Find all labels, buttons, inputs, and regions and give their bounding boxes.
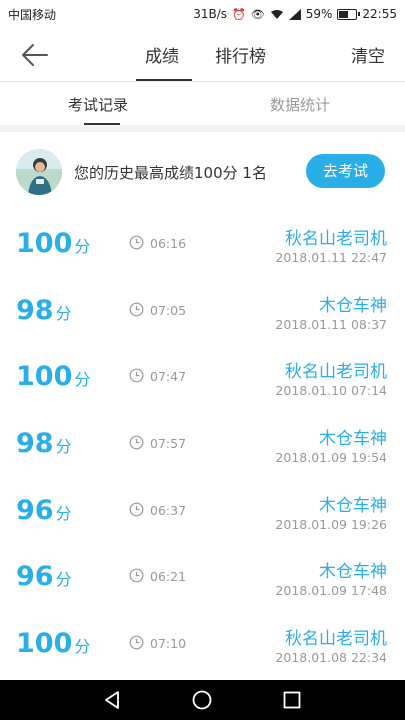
score-value: 100 xyxy=(16,228,73,259)
score-unit: 分 xyxy=(55,503,72,523)
score-value: 98 xyxy=(16,294,54,326)
record-datetime: 2018.01.10 07:14 xyxy=(275,383,387,399)
tab-exam-records[interactable]: 考试记录 xyxy=(68,94,128,115)
score-unit: 分 xyxy=(74,637,91,657)
record-driver-name: 秋名山老司机 xyxy=(285,362,387,383)
network-speed: 31B/s xyxy=(193,7,228,21)
tab-leaderboard[interactable]: 排行榜 xyxy=(215,42,266,67)
record-duration: 06:21 xyxy=(150,569,187,585)
score-value: 100 xyxy=(16,628,73,660)
record-row[interactable]: 100 分 07:10 秋名山老司机 2018.01.08 22:34 xyxy=(0,610,405,677)
back-arrow-icon xyxy=(22,44,48,66)
record-duration: 06:16 xyxy=(150,236,187,251)
clock-icon xyxy=(129,435,144,450)
record-duration: 06:37 xyxy=(150,502,187,518)
record-duration: 07:47 xyxy=(150,369,187,385)
active-tab-indicator xyxy=(136,79,192,81)
avatar-photo xyxy=(16,149,62,195)
nav-home-icon xyxy=(192,690,212,710)
carrier-name: 中国移动 xyxy=(8,7,57,22)
clock-icon xyxy=(129,368,144,383)
record-score: 96 分 xyxy=(16,495,72,526)
eye-icon: 👁 xyxy=(250,7,265,21)
alarm-icon: ⏰ xyxy=(232,7,246,21)
exam-record-list: 100 分 06:16 秋名山老司机 2018.01.11 22:47 98 分 07:05 木… xyxy=(0,210,405,677)
record-driver-name: 秋名山老司机 xyxy=(285,629,387,650)
record-score: 100 分 xyxy=(16,361,90,392)
record-row[interactable]: 98 分 07:57 木仓车神 2018.01.09 19:54 xyxy=(0,410,405,477)
best-score-summary: 您的历史最高成绩100分 1名 去考试 xyxy=(0,140,405,204)
best-score-text: 您的历史最高成绩100分 1名 xyxy=(74,164,267,182)
record-driver-name: 木仓车神 xyxy=(319,429,387,450)
record-score: 100 分 xyxy=(16,628,90,659)
wifi-icon xyxy=(270,9,283,19)
nav-home-button[interactable] xyxy=(190,688,214,712)
tab-data-statistics[interactable]: 数据统计 xyxy=(270,94,330,115)
record-score: 100 分 xyxy=(16,228,90,259)
record-score: 96 分 xyxy=(16,561,72,592)
record-driver-name: 秋名山老司机 xyxy=(285,229,387,249)
record-duration: 07:57 xyxy=(150,436,187,452)
nav-recents-icon xyxy=(283,691,301,709)
record-duration: 07:10 xyxy=(150,636,187,652)
clock-icon xyxy=(129,302,144,317)
score-value: 96 xyxy=(16,561,54,593)
avatar xyxy=(16,149,62,195)
record-row[interactable]: 100 分 06:16 秋名山老司机 2018.01.11 22:47 xyxy=(0,210,405,277)
nav-back-button[interactable] xyxy=(100,688,124,712)
score-value: 100 xyxy=(16,361,73,393)
record-row[interactable]: 96 分 06:37 木仓车神 2018.01.09 19:26 xyxy=(0,477,405,544)
clock-icon xyxy=(129,235,144,250)
record-datetime: 2018.01.09 19:26 xyxy=(275,516,387,532)
clock-icon xyxy=(129,569,144,583)
tab-scores[interactable]: 成绩 xyxy=(145,42,179,67)
record-datetime: 2018.01.09 19:54 xyxy=(275,450,387,466)
clear-button[interactable]: 清空 xyxy=(351,42,385,67)
battery-icon xyxy=(337,8,361,20)
back-button[interactable] xyxy=(20,41,50,69)
score-unit: 分 xyxy=(74,370,91,390)
record-driver-name: 木仓车神 xyxy=(319,295,387,316)
record-driver-name: 木仓车神 xyxy=(319,562,387,583)
record-row[interactable]: 100 分 07:47 秋名山老司机 2018.01.10 07:14 xyxy=(0,343,405,410)
record-score: 98 分 xyxy=(16,428,72,459)
record-datetime: 2018.01.11 08:37 xyxy=(275,316,387,332)
record-row[interactable]: 98 分 07:05 木仓车神 2018.01.11 08:37 xyxy=(0,277,405,344)
battery-percent: 59% xyxy=(305,7,333,21)
score-unit: 分 xyxy=(55,437,72,457)
score-unit: 分 xyxy=(74,237,91,256)
clock-time: 22:55 xyxy=(362,7,397,21)
score-value: 98 xyxy=(16,428,54,460)
status-icons: 31B/s ⏰ 👁 59% 22:55 xyxy=(193,7,397,21)
record-driver-name: 木仓车神 xyxy=(319,495,387,516)
nav-back-icon xyxy=(105,691,119,709)
nav-recents-button[interactable] xyxy=(280,688,304,712)
clock-icon xyxy=(129,502,144,517)
status-bar: 中国移动 31B/s ⏰ 👁 59% 22:55 xyxy=(0,0,405,28)
record-duration: 07:05 xyxy=(150,302,187,318)
system-nav-bar xyxy=(0,680,405,720)
score-value: 96 xyxy=(16,494,54,526)
record-datetime: 2018.01.09 17:48 xyxy=(275,583,387,599)
record-datetime: 2018.01.11 22:47 xyxy=(275,250,387,265)
section-divider xyxy=(0,125,405,132)
start-exam-button[interactable]: 去考试 xyxy=(306,154,385,188)
record-score: 98 分 xyxy=(16,295,72,326)
score-unit: 分 xyxy=(55,303,72,323)
app-header: 成绩 排行榜 清空 xyxy=(0,28,405,82)
score-unit: 分 xyxy=(55,570,72,590)
sub-tabs: 考试记录 数据统计 xyxy=(0,82,405,125)
clock-icon xyxy=(129,635,144,650)
battery-level xyxy=(339,10,349,18)
record-row[interactable]: 96 分 06:21 木仓车神 2018.01.09 17:48 xyxy=(0,543,405,610)
record-datetime: 2018.01.08 22:34 xyxy=(275,650,387,666)
signal-icon xyxy=(288,8,301,20)
